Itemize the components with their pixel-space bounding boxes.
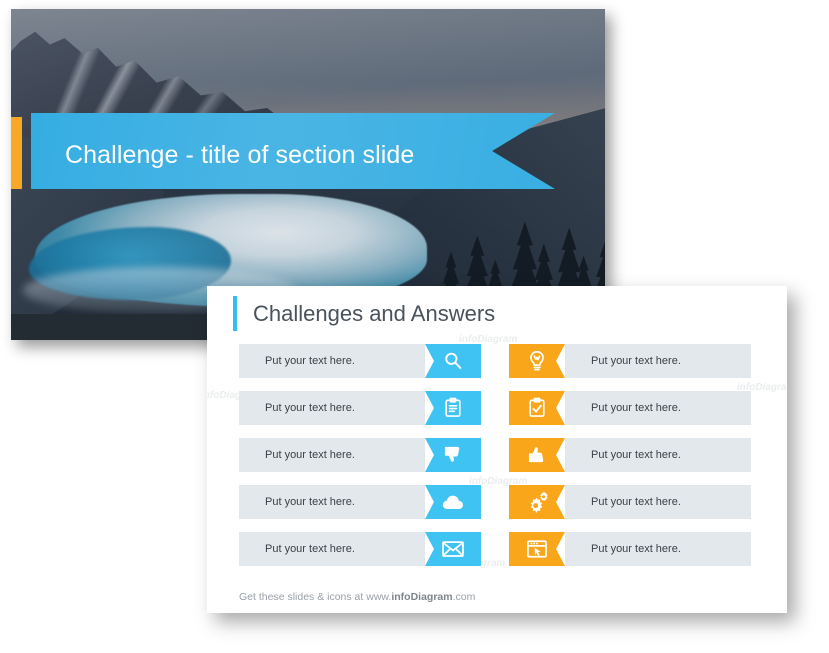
- challenge-text-box[interactable]: Put your text here.: [239, 485, 425, 519]
- challenge-icon-box[interactable]: [425, 438, 481, 472]
- challenge-text: Put your text here.: [265, 449, 355, 461]
- thumbs-up-icon: [526, 444, 548, 466]
- page-title-group: Challenges and Answers: [233, 296, 495, 331]
- challenge-answer-row: Put your text here. Put your text here.: [207, 391, 787, 425]
- title-accent-bar: [233, 296, 237, 331]
- challenge-text-box[interactable]: Put your text here.: [239, 438, 425, 472]
- challenges-answers-grid: Put your text here. Put your text here. Pu…: [207, 344, 787, 579]
- answer-icon-box[interactable]: [509, 391, 565, 425]
- challenge-text-box[interactable]: Put your text here.: [239, 532, 425, 566]
- challenge-text-box[interactable]: Put your text here.: [239, 344, 425, 378]
- challenge-icon-box[interactable]: [425, 344, 481, 378]
- footer-prefix: Get these slides & icons at www.: [239, 591, 392, 603]
- challenge-text: Put your text here.: [265, 355, 355, 367]
- answer-icon-box[interactable]: [509, 485, 565, 519]
- thumbs-down-icon: [442, 444, 464, 466]
- answer-item[interactable]: Put your text here.: [509, 344, 751, 378]
- answer-text: Put your text here.: [591, 496, 681, 508]
- answer-text: Put your text here.: [591, 355, 681, 367]
- answer-text-box[interactable]: Put your text here.: [565, 344, 751, 378]
- envelope-icon: [441, 539, 465, 559]
- challenge-icon-box[interactable]: [425, 532, 481, 566]
- challenge-answer-row: Put your text here. Put your text here.: [207, 532, 787, 566]
- challenge-icon-box[interactable]: [425, 391, 481, 425]
- answer-item[interactable]: Put your text here.: [509, 485, 751, 519]
- section-title: Challenge - title of section slide: [65, 141, 415, 169]
- answer-text: Put your text here.: [591, 449, 681, 461]
- checklist-icon: [526, 397, 548, 419]
- answer-item[interactable]: Put your text here.: [509, 438, 751, 472]
- challenge-text: Put your text here.: [265, 543, 355, 555]
- browser-cursor-icon: [525, 538, 549, 560]
- lightbulb-icon: [526, 350, 548, 372]
- challenge-item[interactable]: Put your text here.: [239, 532, 481, 566]
- challenge-answer-row: Put your text here. Put your text here.: [207, 485, 787, 519]
- magnifier-icon: [442, 350, 464, 372]
- answer-text: Put your text here.: [591, 402, 681, 414]
- page-title: Challenges and Answers: [253, 300, 496, 326]
- footer-suffix: .com: [452, 591, 476, 603]
- cloud-icon: [441, 491, 465, 513]
- answer-item[interactable]: Put your text here.: [509, 391, 751, 425]
- challenge-item[interactable]: Put your text here.: [239, 344, 481, 378]
- slide-footer: Get these slides & icons at www.infoDiag…: [239, 591, 475, 603]
- clipboard-icon: [442, 397, 464, 419]
- challenges-and-answers-slide[interactable]: infoDiagram infoDiagram infoDiagram info…: [207, 286, 787, 613]
- challenge-answer-row: Put your text here. Put your text here.: [207, 438, 787, 472]
- answer-icon-box[interactable]: [509, 532, 565, 566]
- challenge-text-box[interactable]: Put your text here.: [239, 391, 425, 425]
- answer-text-box[interactable]: Put your text here.: [565, 532, 751, 566]
- challenge-icon-box[interactable]: [425, 485, 481, 519]
- answer-icon-box[interactable]: [509, 438, 565, 472]
- gears-icon: [525, 491, 549, 513]
- answer-text-box[interactable]: Put your text here.: [565, 391, 751, 425]
- challenge-text: Put your text here.: [265, 402, 355, 414]
- answer-item[interactable]: Put your text here.: [509, 532, 751, 566]
- challenge-item[interactable]: Put your text here.: [239, 391, 481, 425]
- answer-text: Put your text here.: [591, 543, 681, 555]
- answer-text-box[interactable]: Put your text here.: [565, 438, 751, 472]
- title-accent-bar: [11, 117, 22, 189]
- challenge-answer-row: Put your text here. Put your text here.: [207, 344, 787, 378]
- footer-brand: infoDiagram: [391, 591, 453, 603]
- challenge-text: Put your text here.: [265, 496, 355, 508]
- challenge-item[interactable]: Put your text here.: [239, 438, 481, 472]
- answer-icon-box[interactable]: [509, 344, 565, 378]
- challenge-item[interactable]: Put your text here.: [239, 485, 481, 519]
- answer-text-box[interactable]: Put your text here.: [565, 485, 751, 519]
